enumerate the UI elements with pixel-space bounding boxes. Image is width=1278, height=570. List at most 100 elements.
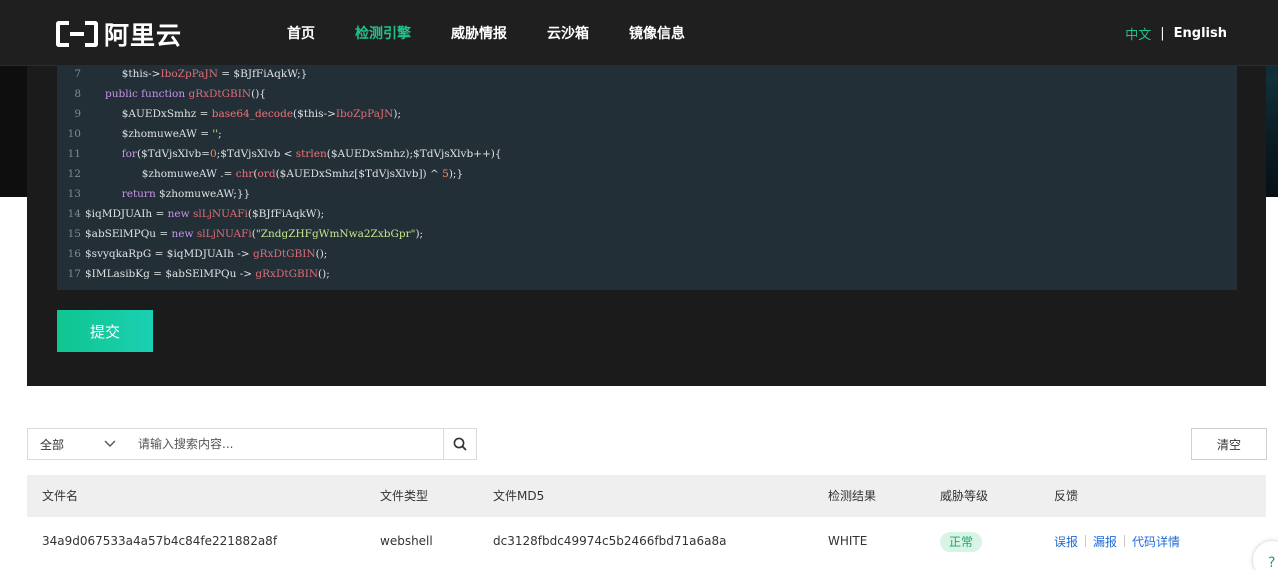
code-token: (){ (251, 88, 266, 100)
code-token: $iqMDJUAIh = (85, 208, 168, 220)
link-divider (1124, 535, 1126, 547)
submit-button[interactable]: 提交 (57, 310, 153, 352)
top-navbar: 阿里云 首页 检测引擎 威胁情报 云沙箱 镜像信息 中文 | English (0, 0, 1278, 66)
nav-item-image-info[interactable]: 镜像信息 (629, 23, 685, 43)
code-submit-panel: 7 $this->IboZpPaJN = $BJfFiAqkW;} 8 publi… (27, 66, 1266, 386)
code-token: gRxDtGBIN (188, 88, 252, 100)
col-header-result: 检测结果 (828, 489, 877, 503)
code-token: 5 (442, 168, 449, 180)
code-token: $IMLasibKg = $abSElMPQu -> (85, 268, 256, 280)
cell-file-type: webshell (380, 534, 433, 548)
search-input[interactable] (126, 428, 444, 460)
col-header-file-name: 文件名 (42, 489, 79, 503)
code-line: 15 $abSElMPQu = new slLjNUAFi("ZndgZHFgWm… (57, 224, 423, 244)
code-token: ($AUEDxSmhz);$TdVjsXlvb++){ (326, 148, 502, 160)
code-token: $zhomuweAW = (121, 128, 213, 140)
code-line: 10 $zhomuweAW = ''; (57, 124, 222, 144)
results-table-header: 文件名 文件类型 文件MD5 检测结果 威胁等级 反馈 (27, 475, 1266, 517)
cell-md5: dc3128fbdc49974c5b2466fbd71a6a8a (493, 534, 727, 548)
nav-item-threat-intel[interactable]: 威胁情报 (451, 23, 507, 43)
code-token: ;$TdVjsXlvb < (216, 148, 296, 160)
code-token: for (121, 148, 137, 160)
code-token: gRxDtGBIN (252, 248, 316, 260)
line-number: 14 (67, 208, 81, 220)
code-token: $this-> (121, 68, 161, 80)
false-negative-link[interactable]: 漏报 (1093, 533, 1117, 550)
code-token: return (121, 188, 156, 200)
lang-english-link[interactable]: English (1174, 26, 1227, 41)
false-positive-link[interactable]: 误报 (1054, 533, 1078, 550)
code-token: gRxDtGBIN (255, 268, 319, 280)
page-root: 阿里云 首页 检测引擎 威胁情报 云沙箱 镜像信息 中文 | English 7… (0, 0, 1278, 570)
scope-select-value: 全部 (40, 437, 65, 452)
code-token: $abSElMPQu = (85, 228, 172, 240)
code-line: 9 $AUEDxSmhz = base64_decode($this->IboZ… (57, 104, 401, 124)
logo-text: 阿里云 (104, 21, 183, 50)
clear-button[interactable]: 清空 (1191, 428, 1267, 460)
code-line: 16 $svyqkaRpG = $iqMDJUAIh -> gRxDtGBIN()… (57, 244, 328, 264)
line-number: 17 (67, 268, 81, 280)
col-header-file-type: 文件类型 (380, 489, 429, 503)
threat-level-badge: 正常 (940, 531, 983, 552)
chevron-down-icon (104, 440, 116, 447)
code-line: 14 $iqMDJUAIh = new slLjNUAFi($BJfFiAqkW)… (57, 204, 325, 224)
code-token: $AUEDxSmhz = (121, 108, 212, 120)
code-token: chr (235, 168, 254, 180)
cell-file-name: 34a9d067533a4a57b4c84fe221882a8f (42, 534, 278, 548)
link-divider (1085, 535, 1087, 547)
code-token: $zhomuweAW .= (141, 168, 236, 180)
code-token: new (171, 228, 194, 240)
code-token: ($AUEDxSmhz[$TdVjsXlvb]) ^ (275, 168, 443, 180)
code-token: ); (415, 228, 424, 240)
code-token: ord (257, 168, 276, 180)
line-number: 9 (74, 108, 81, 120)
line-number: 15 (67, 228, 81, 240)
aliyun-logo[interactable]: 阿里云 (56, 19, 183, 50)
code-token: slLjNUAFi (192, 208, 248, 220)
code-token: ($TdVjsXlvb= (136, 148, 210, 160)
code-token: strlen (295, 148, 327, 160)
code-token: $svyqkaRpG = $iqMDJUAIh -> (85, 248, 253, 260)
code-line: 17 $IMLasibKg = $abSElMPQu -> gRxDtGBIN()… (57, 264, 330, 284)
line-number: 16 (67, 248, 81, 260)
code-token: public function (105, 88, 189, 100)
code-token: 0 (209, 148, 217, 160)
code-token: slLjNUAFi (196, 228, 252, 240)
chat-icon: ? (1268, 555, 1276, 570)
nav-item-detection-engine[interactable]: 检测引擎 (355, 23, 411, 43)
col-header-feedback: 反馈 (1054, 489, 1079, 503)
code-token: ($BJfFiAqkW); (247, 208, 325, 220)
code-token: new (167, 208, 190, 220)
code-editor[interactable]: 7 $this->IboZpPaJN = $BJfFiAqkW;} 8 publi… (57, 66, 1237, 290)
table-row: 34a9d067533a4a57b4c84fe221882a8f webshel… (27, 517, 1266, 565)
code-line: 7 $this->IboZpPaJN = $BJfFiAqkW;} (57, 66, 307, 84)
language-switcher: 中文 | English (1125, 0, 1227, 66)
code-details-link[interactable]: 代码详情 (1132, 533, 1180, 550)
code-token: "ZndgZHFgWmNwa2ZxbGpr" (255, 228, 416, 240)
main-nav: 首页 检测引擎 威胁情报 云沙箱 镜像信息 (287, 0, 725, 66)
feedback-actions: 误报 漏报 代码详情 (1054, 517, 1180, 565)
aliyun-logo-icon (56, 21, 98, 47)
code-line: 11 for($TdVjsXlvb=0;$TdVjsXlvb < strlen(… (57, 144, 502, 164)
nav-item-home[interactable]: 首页 (287, 23, 315, 43)
line-number: 7 (74, 68, 81, 80)
line-number: 12 (67, 168, 81, 180)
search-button[interactable] (443, 428, 477, 460)
lang-separator: | (1160, 25, 1165, 41)
line-number: 13 (67, 188, 81, 200)
code-token: = $BJfFiAqkW;} (217, 68, 308, 80)
code-token: ($this-> (293, 108, 336, 120)
code-token: IboZpPaJN (335, 108, 394, 120)
code-token: );} (448, 168, 464, 180)
scope-select[interactable]: 全部 (27, 428, 127, 460)
lang-chinese-link[interactable]: 中文 (1125, 24, 1151, 43)
code-token: $zhomuweAW;}} (155, 188, 251, 200)
nav-item-cloud-sandbox[interactable]: 云沙箱 (547, 23, 589, 43)
col-header-threat-level: 威胁等级 (940, 489, 989, 503)
line-number: 11 (67, 148, 81, 160)
